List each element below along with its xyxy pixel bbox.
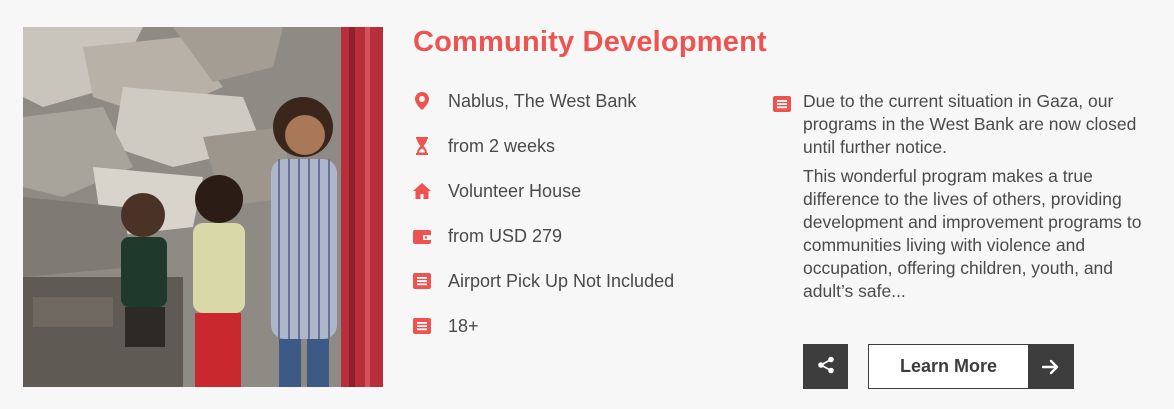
list-icon — [773, 96, 791, 114]
list-icon — [413, 317, 431, 335]
arrow-right-icon — [1028, 345, 1073, 388]
fact-age: 18+ — [413, 313, 743, 358]
photo-illustration — [23, 27, 383, 387]
program-facts: Nablus, The West Bank from 2 weeks Volun… — [413, 88, 743, 358]
program-photo — [23, 27, 383, 387]
location-pin-icon — [413, 92, 431, 110]
fact-location: Nablus, The West Bank — [413, 88, 743, 133]
program-summary: This wonderful program makes a true diff… — [803, 166, 1142, 301]
fact-airport-pickup-text: Airport Pick Up Not Included — [448, 271, 675, 291]
fact-accommodation: Volunteer House — [413, 178, 743, 223]
list-icon — [413, 272, 431, 290]
wallet-icon — [413, 227, 431, 245]
learn-more-button[interactable]: Learn More — [868, 344, 1074, 389]
fact-location-text: Nablus, The West Bank — [448, 91, 637, 111]
fact-age-text: 18+ — [448, 316, 479, 336]
fact-airport-pickup: Airport Pick Up Not Included — [413, 268, 743, 313]
hourglass-icon — [413, 137, 431, 155]
fact-price: from USD 279 — [413, 223, 743, 268]
fact-duration: from 2 weeks — [413, 133, 743, 178]
fact-duration-text: from 2 weeks — [448, 136, 556, 156]
program-title: Community Development — [413, 26, 767, 58]
program-description: Due to the current situation in Gaza, ou… — [773, 90, 1153, 309]
closure-notice: Due to the current situation in Gaza, ou… — [803, 91, 1137, 157]
fact-accommodation-text: Volunteer House — [448, 181, 582, 201]
share-button[interactable] — [803, 344, 848, 389]
fact-price-text: from USD 279 — [448, 226, 563, 246]
share-icon — [817, 356, 835, 377]
house-icon — [413, 182, 431, 200]
learn-more-label: Learn More — [899, 356, 998, 376]
